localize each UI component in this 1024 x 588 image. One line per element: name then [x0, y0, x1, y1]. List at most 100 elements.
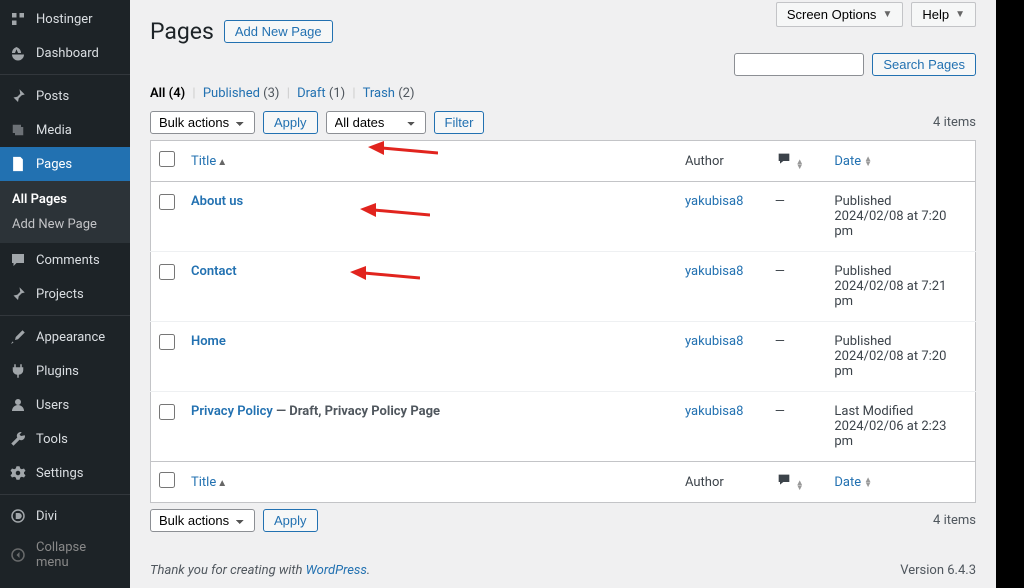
apply-top-button[interactable]: Apply	[263, 111, 318, 134]
column-comments-foot[interactable]: ▲▼	[767, 462, 827, 503]
filter-draft[interactable]: Draft (1)	[297, 86, 345, 101]
comments-cell: —	[767, 392, 827, 462]
apply-bottom-button[interactable]: Apply	[263, 509, 318, 532]
chevron-down-icon: ▼	[882, 9, 892, 20]
sidebar-submenu-pages: All Pages Add New Page	[0, 181, 130, 243]
filter-published[interactable]: Published (3)	[203, 86, 280, 101]
submenu-item-add-new-page[interactable]: Add New Page	[0, 212, 130, 237]
sidebar-item-label: Projects	[36, 287, 84, 302]
select-all-top-checkbox[interactable]	[159, 151, 175, 167]
row-checkbox[interactable]	[159, 194, 175, 210]
column-date[interactable]: Date▲▼	[826, 141, 975, 182]
page-title-link[interactable]: Privacy Policy	[191, 404, 273, 419]
search-input[interactable]	[734, 53, 864, 76]
column-title[interactable]: Title▲	[183, 141, 677, 182]
comments-icon	[8, 250, 28, 270]
sidebar-item-tools[interactable]: Tools	[0, 422, 130, 456]
add-new-page-button[interactable]: Add New Page	[224, 20, 333, 43]
row-checkbox[interactable]	[159, 264, 175, 280]
filter-button[interactable]: Filter	[434, 111, 485, 134]
filter-all[interactable]: All (4)	[150, 86, 185, 101]
user-icon	[8, 395, 28, 415]
author-link[interactable]: yakubisa8	[685, 404, 743, 419]
sidebar-item-label: Comments	[36, 253, 100, 268]
bulk-actions-select-top[interactable]: Bulk actions	[150, 111, 255, 134]
sort-icon: ▲▼	[864, 477, 872, 487]
sidebar-item-label: Posts	[36, 89, 69, 104]
row-checkbox[interactable]	[159, 334, 175, 350]
sidebar-item-appearance[interactable]: Appearance	[0, 320, 130, 354]
column-date-foot[interactable]: Date▲▼	[826, 462, 975, 503]
sidebar-item-projects[interactable]: Projects	[0, 277, 130, 311]
sort-icon: ▲	[217, 478, 227, 489]
filter-trash[interactable]: Trash (2)	[363, 86, 415, 101]
author-link[interactable]: yakubisa8	[685, 334, 743, 349]
sidebar-item-label: Hostinger	[36, 12, 93, 27]
sidebar-item-divi[interactable]: Divi	[0, 499, 130, 533]
page-title-link[interactable]: Home	[191, 334, 226, 349]
table-row: Home yakubisa8 — Published2024/02/08 at …	[151, 322, 976, 392]
sidebar-item-label: Pages	[36, 157, 72, 172]
collapse-icon	[8, 545, 28, 565]
page-title-link[interactable]: About us	[191, 194, 243, 209]
page-title: Pages	[150, 18, 214, 45]
comment-icon	[775, 151, 793, 167]
admin-sidebar: Hostinger Dashboard Posts Media Pages Al…	[0, 0, 130, 588]
sidebar-item-label: Collapse menu	[36, 540, 122, 570]
bulk-actions-select-bottom[interactable]: Bulk actions	[150, 509, 255, 532]
sidebar-item-settings[interactable]: Settings	[0, 456, 130, 490]
settings-icon	[8, 463, 28, 483]
sidebar-item-hostinger[interactable]: Hostinger	[0, 2, 130, 36]
items-count-top: 4 items	[933, 115, 976, 130]
screen-options-button[interactable]: Screen Options▼	[776, 2, 904, 27]
sort-icon: ▲	[217, 157, 227, 168]
comment-icon	[775, 472, 793, 488]
sidebar-item-plugins[interactable]: Plugins	[0, 354, 130, 388]
row-checkbox[interactable]	[159, 404, 175, 420]
comments-cell: —	[767, 322, 827, 392]
search-pages-button[interactable]: Search Pages	[872, 53, 976, 76]
sidebar-item-label: Dashboard	[36, 46, 99, 61]
date-value: 2024/02/08 at 7:21 pm	[834, 279, 946, 309]
items-count-bottom: 4 items	[933, 513, 976, 528]
date-filter-select[interactable]: All dates	[326, 111, 426, 134]
version-text: Version 6.4.3	[900, 563, 976, 578]
sidebar-item-dashboard[interactable]: Dashboard	[0, 36, 130, 70]
submenu-item-all-pages[interactable]: All Pages	[0, 187, 130, 212]
sidebar-item-label: Tools	[36, 432, 68, 447]
page-title-link[interactable]: Contact	[191, 264, 237, 279]
sidebar-item-collapse[interactable]: Collapse menu	[0, 533, 130, 577]
sidebar-item-label: Media	[36, 123, 72, 138]
date-state: Published	[834, 264, 891, 279]
comments-cell: —	[767, 182, 827, 252]
brush-icon	[8, 327, 28, 347]
date-state: Published	[834, 194, 891, 209]
date-state: Last Modified	[834, 404, 913, 419]
chevron-down-icon: ▼	[955, 9, 965, 20]
pages-table: Title▲ Author ▲▼ Date▲▼ About us yakubis…	[150, 140, 976, 503]
media-icon	[8, 120, 28, 140]
help-button[interactable]: Help▼	[911, 2, 976, 27]
sidebar-item-pages[interactable]: Pages	[0, 147, 130, 181]
column-comments[interactable]: ▲▼	[767, 141, 827, 182]
sort-icon: ▲▼	[796, 480, 804, 490]
wordpress-link[interactable]: WordPress	[306, 563, 367, 578]
dashboard-icon	[8, 43, 28, 63]
author-link[interactable]: yakubisa8	[685, 194, 743, 209]
column-author: Author	[677, 141, 767, 182]
column-title-foot[interactable]: Title▲	[183, 462, 677, 503]
hostinger-icon	[8, 9, 28, 29]
sidebar-item-label: Plugins	[36, 364, 79, 379]
select-all-bottom-checkbox[interactable]	[159, 472, 175, 488]
sidebar-item-posts[interactable]: Posts	[0, 79, 130, 113]
sidebar-item-label: Divi	[36, 509, 57, 524]
table-row: Contact yakubisa8 — Published2024/02/08 …	[151, 252, 976, 322]
author-link[interactable]: yakubisa8	[685, 264, 743, 279]
table-row: Privacy Policy — Draft, Privacy Policy P…	[151, 392, 976, 462]
date-value: 2024/02/08 at 7:20 pm	[834, 209, 946, 239]
status-filter: All (4) | Published (3) | Draft (1) | Tr…	[150, 86, 976, 101]
table-row: About us yakubisa8 — Published2024/02/08…	[151, 182, 976, 252]
sidebar-item-comments[interactable]: Comments	[0, 243, 130, 277]
sidebar-item-users[interactable]: Users	[0, 388, 130, 422]
sidebar-item-media[interactable]: Media	[0, 113, 130, 147]
